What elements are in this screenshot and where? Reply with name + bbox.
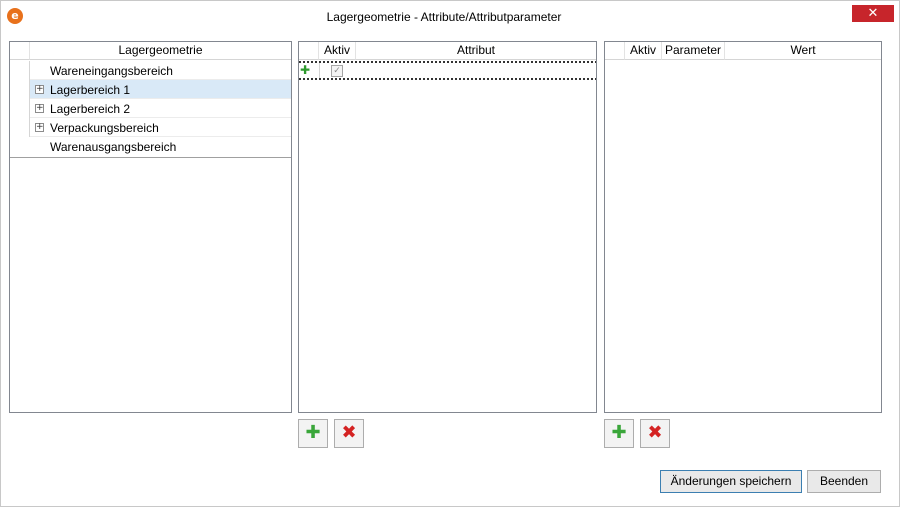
tree-item-verpackungsbereich[interactable]: + Verpackungsbereich [10,118,291,137]
expand-icon[interactable]: + [35,104,44,113]
plus-icon: ✚ [300,63,311,77]
expand-icon[interactable]: + [35,85,44,94]
param-header-parameter[interactable]: Parameter [662,42,725,60]
param-row-selector-header [605,42,625,60]
attr-header-aktiv[interactable]: Aktiv [319,42,356,60]
tree-item-label: Lagerbereich 2 [50,102,131,116]
title-bar: e Lagergeometrie - Attribute/Attributpar… [1,1,899,31]
aktiv-checkbox[interactable]: ✓ [331,65,343,77]
parameter-grid[interactable]: Aktiv Parameter Wert [604,41,882,413]
param-header-wert[interactable]: Wert [725,42,881,60]
close-window-button[interactable]: ✕ [852,5,894,22]
attribute-grid[interactable]: Aktiv Attribut ✚ ✓ [298,41,597,413]
add-parameter-button[interactable]: ✚ [604,419,634,448]
tree-item-label: Wareneingangsbereich [50,64,173,78]
attr-row-selector-header [299,42,319,60]
tree-item-label: Lagerbereich 1 [50,83,131,97]
tree-item-lagerbereich-1[interactable]: + Lagerbereich 1 [10,80,291,99]
delete-parameter-button[interactable]: ✖ [640,419,670,448]
row-separator [319,63,320,78]
row-selector[interactable] [10,80,30,99]
row-selector[interactable] [10,118,30,137]
tree-row-selector-header [10,42,30,60]
tree-item-lagerbereich-2[interactable]: + Lagerbereich 2 [10,99,291,118]
row-selector[interactable] [10,61,30,80]
save-changes-button[interactable]: Änderungen speichern [660,470,802,493]
tree-item-label: Verpackungsbereich [50,121,159,135]
tree-item-wareneingangsbereich[interactable]: Wareneingangsbereich [10,61,291,80]
close-button[interactable]: Beenden [807,470,881,493]
expand-icon[interactable]: + [35,123,44,132]
tree-item-warenausgangsbereich[interactable]: Warenausgangsbereich [10,137,291,156]
window-title: Lagergeometrie - Attribute/Attributparam… [326,10,562,24]
delete-attribute-button[interactable]: ✖ [334,419,364,448]
param-header-aktiv[interactable]: Aktiv [625,42,662,60]
tree-divider [10,157,291,158]
lagergeometrie-tree[interactable]: Lagergeometrie Wareneingangsbereich + La… [9,41,292,413]
tree-header[interactable]: Lagergeometrie [30,42,291,60]
attr-new-row[interactable]: ✚ ✓ [299,61,596,80]
add-attribute-button[interactable]: ✚ [298,419,328,448]
tree-item-label: Warenausgangsbereich [50,140,177,154]
dialog-window: e Lagergeometrie - Attribute/Attributpar… [0,0,900,507]
row-selector[interactable] [10,99,30,118]
attr-header-attribut[interactable]: Attribut [356,42,596,60]
